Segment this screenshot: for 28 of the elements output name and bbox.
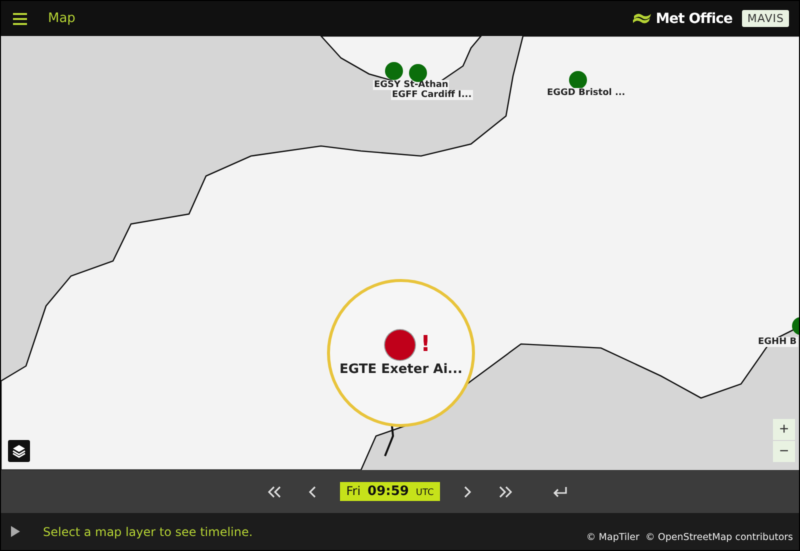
station-label: EGGD Bristol ... [546,88,626,98]
zoom-out-button[interactable]: − [773,441,795,462]
play-icon [11,526,20,537]
attribution-link[interactable]: © OpenStreetMap contributors [645,532,793,543]
zoom-in-button[interactable]: + [773,419,795,440]
page-title: Map [48,11,76,26]
day-text: Fri [346,484,361,498]
station-label: EGFF Cardiff I... [391,90,473,100]
double-chevron-left-icon [268,486,282,498]
time-text: 09:59 [368,484,409,499]
layers-button[interactable] [8,440,30,462]
return-arrow-icon [552,486,568,498]
station-label: EGSY St-Athan [373,80,450,90]
alert-mark: ! [420,332,431,357]
app-badge: MAVIS [742,10,789,27]
timeline-message: Select a map layer to see timeline. [43,524,253,538]
menu-button[interactable] [11,12,29,24]
play-button[interactable] [11,526,20,537]
timezone-text: UTC [416,488,434,498]
station-label: EGHH B [757,337,798,347]
attribution-link[interactable]: © MapTiler [586,532,640,543]
wave-logo-icon [632,12,652,26]
menu-icon [13,12,27,24]
station-marker[interactable] [385,330,416,360]
brand-name: Met Office [656,10,732,26]
layers-icon [12,444,26,458]
double-chevron-right-icon [498,486,512,498]
station-label: EGTE Exeter Ai... [340,362,462,376]
